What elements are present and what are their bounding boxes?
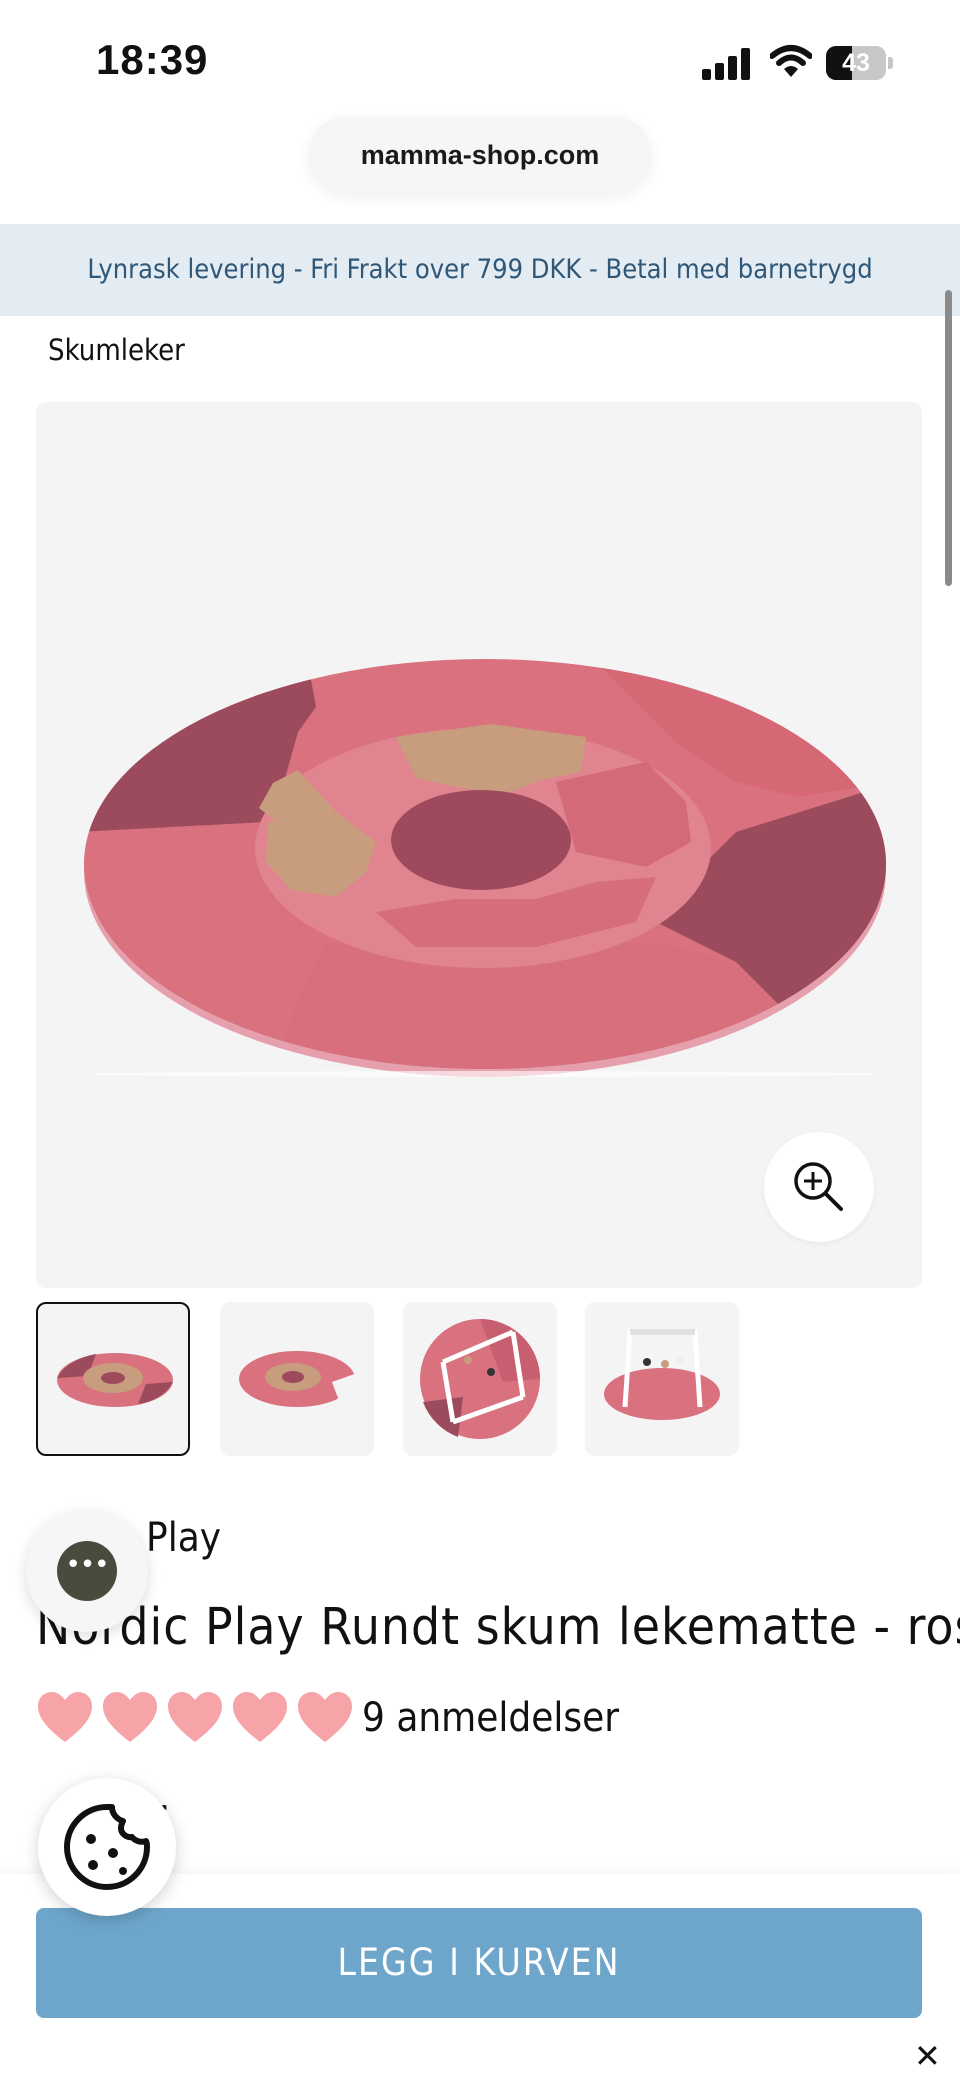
heart-icon	[168, 1692, 222, 1742]
zoom-in-icon	[794, 1162, 843, 1211]
brand-name[interactable]: Play	[146, 1515, 221, 1561]
cookie-button[interactable]	[38, 1778, 176, 1916]
close-icon[interactable]: ✕	[914, 2040, 941, 2072]
status-time: 18:39	[96, 36, 209, 83]
add-to-cart-button[interactable]: LEGG I KURVEN	[36, 1908, 922, 2018]
scroll-indicator[interactable]	[945, 290, 952, 586]
cookie-icon	[64, 1804, 150, 1890]
heart-icon	[298, 1692, 352, 1742]
status-bar: 18:39 43	[0, 0, 960, 110]
zoom-button[interactable]	[764, 1132, 874, 1242]
url-bar[interactable]: mamma-shop.com	[308, 116, 652, 194]
announcement-bar: Lynrask levering - Fri Frakt over 799 DK…	[0, 224, 960, 316]
thumbnail-4[interactable]	[585, 1302, 739, 1456]
breadcrumb[interactable]: Skumleker	[48, 333, 185, 367]
thumbnail-image	[420, 1319, 540, 1439]
thumbnail-2[interactable]	[220, 1302, 374, 1456]
battery-icon: 43	[826, 46, 894, 80]
chat-button[interactable]: •••	[26, 1510, 148, 1632]
battery-level: 43	[842, 49, 870, 77]
wifi-icon	[770, 45, 812, 77]
signal-icon	[702, 48, 752, 80]
thumbnail-image	[57, 1353, 173, 1407]
chat-bubble-icon: •••	[57, 1541, 117, 1601]
thumbnail-image	[604, 1329, 720, 1420]
review-count[interactable]: 9 anmeldelser	[362, 1695, 619, 1741]
heart-icon	[233, 1692, 287, 1742]
main-product-image[interactable]	[36, 402, 922, 1288]
product-title: Nordic Play Rundt skum lekematte - rosa	[36, 1598, 960, 1657]
heart-icon	[103, 1692, 157, 1742]
heart-icon	[38, 1692, 92, 1742]
thumbnail-3[interactable]	[403, 1302, 557, 1456]
thumbnail-1[interactable]	[36, 1302, 190, 1456]
thumbnail-image	[239, 1351, 360, 1412]
